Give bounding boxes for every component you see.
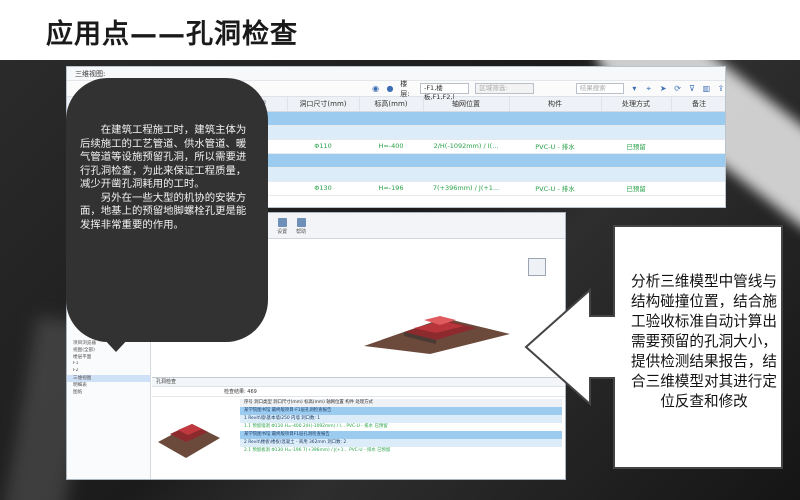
send-icon[interactable]: ➤ xyxy=(659,84,667,94)
table-cell: 已预留 xyxy=(601,181,671,196)
column-header[interactable]: 处理方式 xyxy=(601,97,672,112)
table-cell: 7(+396mm) / J(+1... xyxy=(423,181,509,196)
building-thumbnail xyxy=(158,424,220,458)
panel-row[interactable]: 序号 洞口类型 洞口尺寸(mm) 标高(mm) 轴网位置 构件 处理方式 xyxy=(240,399,562,407)
right-callout-text: 分析三维模型中管线与结构碰撞位置，结合施工验收标准自动计算出需要预留的孔洞大小，… xyxy=(631,273,777,410)
export-icon[interactable]: ⇪ xyxy=(717,84,725,94)
panel-header: 孔洞检查 xyxy=(152,378,565,387)
ribbon-label: 帮助 xyxy=(296,229,307,235)
tree-item[interactable]: 明细表 xyxy=(67,382,150,389)
ribbon-button[interactable]: 帮助 xyxy=(296,218,306,235)
locate-icon[interactable]: ⌖ xyxy=(645,84,653,94)
ribbon-icon xyxy=(296,218,306,227)
table-cell xyxy=(671,139,725,154)
ribbon-button[interactable]: 设置 xyxy=(277,218,287,235)
page-title: 应用点——孔洞检查 xyxy=(46,19,298,50)
table-cell: 已预留 xyxy=(601,139,671,154)
ribbon-icon xyxy=(277,218,287,227)
table-cell: H=-196 xyxy=(359,181,423,196)
table-cell: PVC-U - 排水 xyxy=(509,139,601,154)
panel-row[interactable]: 1 Revit\墙\基本墙\250 内墙 洞口数: 1 xyxy=(240,415,562,423)
bubble-paragraph-2: 另外在一些大型的机协的安装方面，地基上的预留地脚螺栓孔更是能发挥非常重要的作用。 xyxy=(80,191,247,231)
tree-item[interactable]: F2 xyxy=(67,368,150,375)
column-header[interactable]: 标高(mm) xyxy=(359,97,424,112)
radio-icon[interactable]: ● xyxy=(386,84,394,94)
floor-label: 楼层: xyxy=(400,79,410,98)
tree-item[interactable]: F1 xyxy=(67,361,150,368)
column-header[interactable]: 构件 xyxy=(509,97,602,112)
panel-table: 序号 洞口类型 洞口尺寸(mm) 标高(mm) 轴网位置 构件 处理方式 某学院图… xyxy=(240,399,562,455)
ribbon-label: 设置 xyxy=(277,229,288,235)
refresh-icon[interactable]: ⟳ xyxy=(673,84,681,94)
area-filter-select[interactable]: 区域筛选: xyxy=(475,83,534,94)
trash-icon[interactable]: ▥ xyxy=(702,84,711,94)
tree-item[interactable]: 楼层平面 xyxy=(67,354,150,361)
panel-row[interactable]: 某学院图书馆 最终版项目F1层孔洞检查报告 xyxy=(240,431,562,439)
floor-select[interactable]: -F1,楼板,F1,F2,l xyxy=(419,83,470,101)
table-cell: 2/H(-1092mm) / I(... xyxy=(423,139,509,154)
column-header[interactable]: 备注 xyxy=(671,97,725,112)
eye-icon[interactable]: ◉ xyxy=(371,84,379,94)
bubble-tail xyxy=(88,322,144,352)
tree-item[interactable]: 图纸 xyxy=(67,389,150,396)
panel-toolbar: 检查结果: 469 xyxy=(152,387,565,397)
hole-check-panel: 孔洞检查 检查结果: 469 序号 洞口类型 洞口尺寸(mm) 标高(mm) 轴… xyxy=(152,377,565,479)
building-model xyxy=(364,316,510,354)
filter-icon[interactable]: ⊽ xyxy=(688,84,696,94)
table-cell: Φ130 xyxy=(287,181,359,196)
left-bubble-text: 在建筑工程施工时，建筑主体为后续施工的工艺管道、供水管道、暖气管道等设施预留孔洞… xyxy=(80,124,256,232)
table-cell xyxy=(671,181,725,196)
bubble-paragraph-1: 在建筑工程施工时，建筑主体为后续施工的工艺管道、供水管道、暖气管道等设施预留孔洞… xyxy=(80,124,247,190)
panel-row[interactable]: 1.1 预留墙洞 Φ110 H=-400 2/H(-1092mm) / I...… xyxy=(240,423,562,431)
chevron-down-icon[interactable]: ▾ xyxy=(630,84,638,94)
panel-row[interactable]: 某学院图书馆 最终版项目-F1层孔洞检查报告 xyxy=(240,407,562,415)
table-cell: H=-400 xyxy=(359,139,423,154)
table-cell: Φ110 xyxy=(287,139,359,154)
column-header[interactable]: 洞口尺寸(mm) xyxy=(287,97,360,112)
tree-item[interactable]: 三维视图 xyxy=(67,375,150,382)
panel-row[interactable]: 2 Revit\楼板\楼板\混凝土 - 商用 362mm 洞口数: 2 xyxy=(240,439,562,447)
result-search-input[interactable]: 结果搜索 xyxy=(575,83,625,94)
table-cell: PVC-U - 排水 xyxy=(509,181,601,196)
panel-row[interactable]: 2.1 预留板洞 Φ130 H=-196 7(+396mm) / J(+1...… xyxy=(240,447,562,455)
